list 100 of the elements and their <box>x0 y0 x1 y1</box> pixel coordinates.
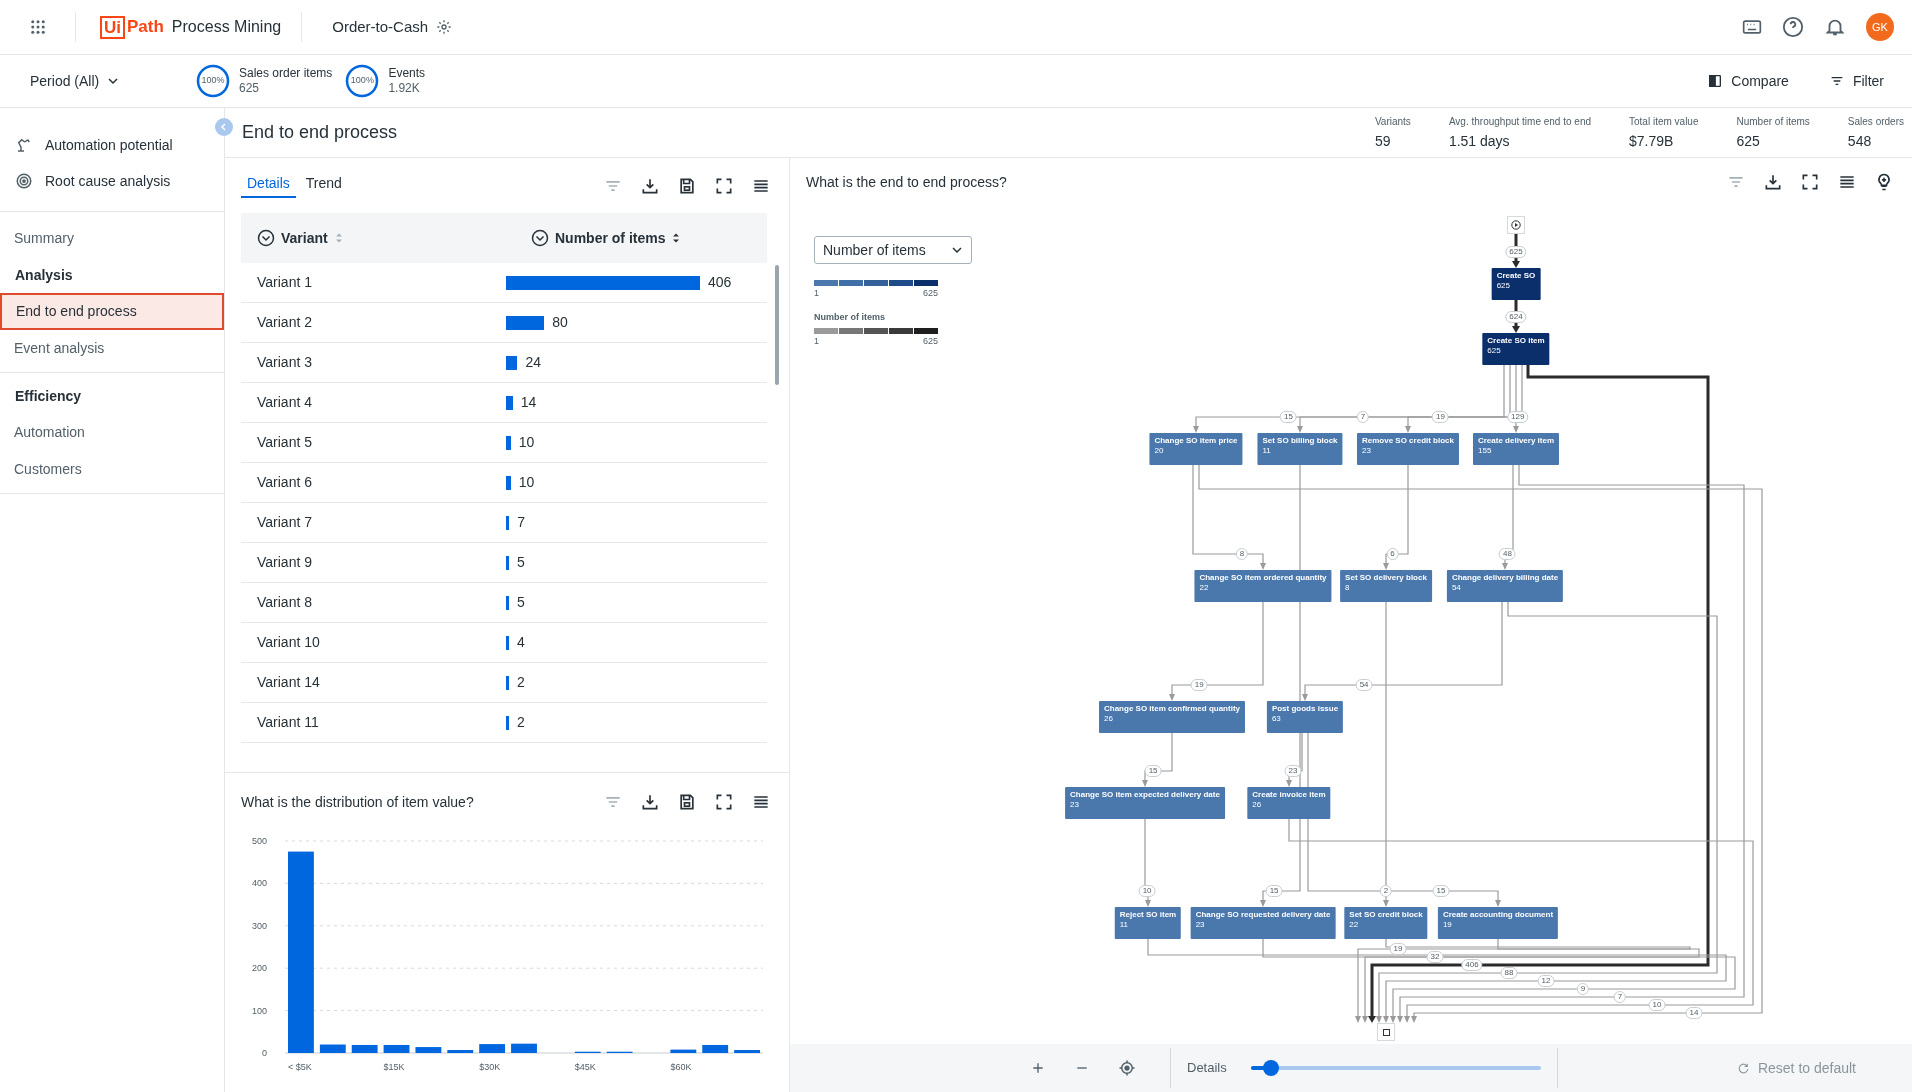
variant-name[interactable]: Variant 6 <box>241 472 506 493</box>
download-icon[interactable] <box>1763 172 1783 192</box>
column-header[interactable]: Variant <box>281 227 328 249</box>
activity-node[interactable]: Change SO item confirmed quantity 26 <box>1099 701 1245 733</box>
save-icon[interactable] <box>677 792 697 812</box>
flow-count: 624 <box>1505 311 1527 323</box>
bar[interactable] <box>319 1044 346 1053</box>
fullscreen-icon[interactable] <box>714 792 734 812</box>
flow-count: 19 <box>1431 411 1449 423</box>
keyboard-icon[interactable] <box>1742 17 1762 37</box>
flow-count: 10 <box>1138 885 1156 897</box>
help-icon[interactable] <box>1782 16 1804 38</box>
variant-name[interactable]: Variant 1 <box>241 272 506 293</box>
kpi-label: Total item value <box>1629 114 1699 129</box>
variant-name[interactable]: Variant 10 <box>241 632 506 653</box>
settings-icon[interactable] <box>436 19 453 35</box>
bar[interactable] <box>447 1050 474 1053</box>
filter-button[interactable]: Filter <box>1828 70 1884 92</box>
activity-node[interactable]: Create SO 625 <box>1491 268 1541 300</box>
fullscreen-icon[interactable] <box>1800 172 1820 192</box>
variant-name[interactable]: Variant 7 <box>241 512 506 533</box>
sidebar-item[interactable]: End to end process <box>0 293 224 330</box>
apps-grid-icon[interactable] <box>28 18 47 36</box>
scrollbar[interactable] <box>775 265 779 385</box>
activity-node[interactable]: Reject SO item 11 <box>1114 907 1182 939</box>
sidebar-tool-link[interactable]: Automation potential <box>0 127 224 163</box>
activity-node[interactable]: Change SO item ordered quantity 22 <box>1194 570 1332 602</box>
activity-count: 625 <box>1496 281 1511 291</box>
activity-node[interactable]: Change delivery billing date 54 <box>1446 570 1564 602</box>
target-icon[interactable] <box>15 172 33 190</box>
product-name: Process Mining <box>171 17 282 37</box>
activity-node[interactable]: Set SO delivery block 8 <box>1340 570 1432 602</box>
robot-arm-icon[interactable] <box>15 136 33 154</box>
activity-name: Post goods issue <box>1271 704 1339 714</box>
activity-node[interactable]: Create accounting document 19 <box>1437 907 1559 939</box>
bar[interactable] <box>415 1047 442 1053</box>
end-node[interactable] <box>1377 1023 1395 1041</box>
y-axis-label: 400 <box>251 878 267 889</box>
compare-button[interactable]: Compare <box>1707 70 1789 92</box>
column-header[interactable]: Number of items <box>555 227 666 249</box>
bar[interactable] <box>479 1044 506 1053</box>
sidebar-item[interactable]: Event analysis <box>0 330 224 367</box>
measure-dropdown[interactable]: Number of items <box>814 236 972 264</box>
panel-title: What is the end to end process? <box>806 172 1007 192</box>
activity-node[interactable]: Change SO item price 20 <box>1149 433 1243 465</box>
bar[interactable] <box>351 1044 378 1053</box>
flow-count: 406 <box>1461 959 1483 971</box>
variant-name[interactable]: Variant 5 <box>241 432 506 453</box>
x-axis-label: $60K <box>670 1062 692 1072</box>
filter-circle-icon[interactable] <box>531 229 549 247</box>
variant-name[interactable]: Variant 4 <box>241 392 506 413</box>
activity-node[interactable]: Post goods issue 63 <box>1266 701 1344 733</box>
panel-tab[interactable]: Details <box>241 173 296 198</box>
activity-node[interactable]: Change SO requested delivery date 23 <box>1190 907 1336 939</box>
sidebar-item[interactable]: Automation <box>0 414 224 451</box>
start-node[interactable] <box>1507 216 1525 234</box>
variant-name[interactable]: Variant 9 <box>241 552 506 573</box>
kpi-label: Variants <box>1374 114 1411 129</box>
activity-node[interactable]: Create invoice item 26 <box>1247 787 1331 819</box>
variant-name[interactable]: Variant 3 <box>241 352 506 373</box>
bar[interactable] <box>383 1044 410 1053</box>
sidebar-tool-link[interactable]: Root cause analysis <box>0 163 224 199</box>
bar[interactable] <box>511 1043 537 1053</box>
metric-label: Events <box>388 66 426 81</box>
refresh-icon[interactable] <box>1736 1061 1750 1075</box>
sidebar-item[interactable]: Summary <box>0 220 224 257</box>
recenter-icon[interactable] <box>1118 1059 1136 1077</box>
sort-icon[interactable] <box>671 232 682 244</box>
x-axis-label: < $5K <box>288 1062 312 1072</box>
bar[interactable] <box>702 1044 729 1053</box>
zoom-in-icon[interactable] <box>1030 1060 1046 1076</box>
flow-arrow[interactable] <box>1262 938 1736 1023</box>
activity-node[interactable]: Set SO credit block 22 <box>1344 907 1428 939</box>
sidebar-item[interactable]: Customers <box>0 451 224 488</box>
play-icon <box>1511 220 1521 230</box>
flow-count: 15 <box>1144 765 1162 777</box>
activity-node[interactable]: Remove SO credit block 23 <box>1357 433 1459 465</box>
variant-name[interactable]: Variant 11 <box>241 712 506 733</box>
bar[interactable] <box>670 1049 697 1053</box>
panel-tab[interactable]: Trend <box>299 173 348 198</box>
activity-node[interactable]: Create delivery item 155 <box>1473 433 1559 465</box>
variant-name[interactable]: Variant 14 <box>241 672 506 693</box>
y-axis-label: 100 <box>251 1005 267 1016</box>
flow-count: 6 <box>1386 548 1399 560</box>
download-icon[interactable] <box>640 792 660 812</box>
activity-count: 11 <box>1262 446 1272 456</box>
activity-node[interactable]: Create SO item 625 <box>1482 333 1550 365</box>
variant-name[interactable]: Variant 8 <box>241 592 506 613</box>
item-count-bar <box>506 635 509 650</box>
activity-node[interactable]: Set SO billing block 11 <box>1257 433 1343 465</box>
filter-circle-icon[interactable] <box>257 229 275 247</box>
activity-count: 11 <box>1119 920 1130 930</box>
variant-name[interactable]: Variant 2 <box>241 312 506 333</box>
process-name[interactable]: Order-to-Cash <box>332 15 429 39</box>
activity-node[interactable]: Change SO item expected delivery date 23 <box>1065 787 1225 819</box>
coverage-percent: 100% <box>349 74 375 88</box>
compare-icon[interactable] <box>1707 73 1724 89</box>
item-count: 406 <box>708 273 732 292</box>
period-dropdown[interactable]: Period (All) <box>30 70 160 92</box>
slider-thumb[interactable] <box>1263 1060 1280 1076</box>
